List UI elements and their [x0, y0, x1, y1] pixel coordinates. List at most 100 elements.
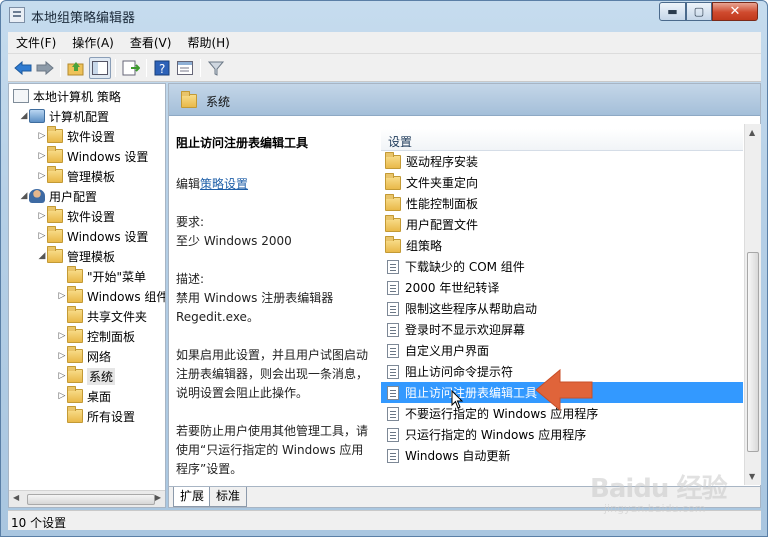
filter-icon[interactable] — [205, 57, 227, 79]
tab-extended[interactable]: 扩展 — [173, 487, 212, 507]
list-item[interactable]: 2000 年世纪转译 — [381, 277, 743, 298]
tree-item-label: 管理模板 — [67, 249, 116, 264]
collapse-arrow-icon[interactable]: ◢ — [19, 111, 29, 121]
watermark-url: jingyan.baidu.com — [604, 502, 706, 515]
expand-arrow-icon[interactable]: ▷ — [37, 211, 47, 221]
list-item[interactable]: 文件夹重定向 — [381, 172, 743, 193]
tree-item-admin-templates[interactable]: ▷ 管理模板 — [37, 166, 115, 186]
tree-item-windows-settings[interactable]: ▷ Windows 设置 — [37, 226, 148, 246]
tree-item-windows-components[interactable]: ▷ Windows 组件 — [57, 286, 165, 306]
folder-icon — [385, 214, 401, 232]
tree-item-software-settings[interactable]: ▷ 软件设置 — [37, 206, 115, 226]
tree-item-user-config[interactable]: ◢ 用户配置 — [19, 186, 97, 206]
tree-item-label: 桌面 — [87, 389, 112, 404]
tree-item-shared-folders[interactable]: 共享文件夹 — [57, 306, 147, 326]
tree-horizontal-scrollbar[interactable]: ◀ ▶ — [9, 490, 165, 507]
close-button[interactable]: ✕ — [712, 2, 758, 21]
scroll-right-icon[interactable]: ▶ — [155, 493, 161, 502]
list-item[interactable]: 自定义用户界面 — [381, 340, 743, 361]
expand-arrow-icon[interactable]: ▷ — [57, 351, 67, 361]
forward-icon[interactable] — [34, 57, 56, 79]
expand-arrow-icon[interactable]: ▷ — [37, 171, 47, 181]
expand-arrow-icon[interactable]: ▷ — [57, 331, 67, 341]
scroll-up-icon[interactable]: ▲ — [749, 128, 755, 137]
tree-item-label: 网络 — [87, 349, 112, 364]
pane-header: 系统 — [169, 84, 760, 116]
expand-arrow-icon[interactable]: ▷ — [37, 151, 47, 161]
description-text: 注册表编辑器，则会出现一条消息， — [176, 367, 369, 381]
list-item[interactable]: 只运行指定的 Windows 应用程序 — [381, 424, 743, 445]
tree-root[interactable]: 本地计算机 策略 — [13, 86, 121, 106]
list-vertical-scrollbar[interactable]: ▲ ▼ — [744, 124, 761, 485]
tree-item-system[interactable]: ▷ 系统 — [57, 366, 116, 386]
menu-action[interactable]: 操作(A) — [64, 32, 122, 54]
policy-setting-icon — [387, 280, 399, 295]
help-icon[interactable]: ? — [151, 57, 173, 79]
pane-title: 系统 — [206, 95, 231, 109]
edit-policy-link[interactable]: 策略设置 — [200, 177, 248, 191]
tree-item-label: 管理模板 — [67, 169, 116, 184]
list-item[interactable]: 性能控制面板 — [381, 193, 743, 214]
settings-list[interactable]: 设置 驱动程序安装 文件夹重定向 性能控制面板 用户配置文件 组策略 下载缺少的… — [381, 124, 743, 485]
tree-item-start-menu[interactable]: "开始"菜单 — [57, 266, 146, 286]
list-item[interactable]: 下载缺少的 COM 组件 — [381, 256, 743, 277]
maximize-button[interactable]: ▢ — [686, 2, 712, 21]
list-item-label: 登录时不显示欢迎屏幕 — [405, 323, 526, 337]
folder-icon — [47, 126, 63, 143]
menu-view[interactable]: 查看(V) — [122, 32, 180, 54]
menu-help[interactable]: 帮助(H) — [179, 32, 237, 54]
title-bar[interactable]: 本地组策略编辑器 ▬ ▢ ✕ — [1, 1, 767, 31]
list-item[interactable]: 用户配置文件 — [381, 214, 743, 235]
tree-item-all-settings[interactable]: 所有设置 — [57, 406, 135, 426]
back-icon[interactable] — [12, 57, 34, 79]
list-item[interactable]: 登录时不显示欢迎屏幕 — [381, 319, 743, 340]
tab-standard[interactable]: 标准 — [209, 487, 248, 507]
menu-file[interactable]: 文件(F) — [8, 32, 64, 54]
tree-item-desktop[interactable]: ▷ 桌面 — [57, 386, 111, 406]
properties-icon[interactable] — [174, 57, 196, 79]
list-item-label: 组策略 — [406, 239, 443, 253]
scroll-thumb[interactable] — [747, 252, 759, 452]
list-item[interactable]: Windows 自动更新 — [381, 445, 743, 466]
tree-item-software-settings[interactable]: ▷ 软件设置 — [37, 126, 115, 146]
minimize-button[interactable]: ▬ — [659, 2, 686, 21]
list-item-label: 性能控制面板 — [406, 197, 479, 211]
up-folder-icon[interactable] — [65, 57, 87, 79]
toolbar: ? — [8, 54, 761, 82]
tree-item-network[interactable]: ▷ 网络 — [57, 346, 111, 366]
list-item[interactable]: 组策略 — [381, 235, 743, 256]
scroll-left-icon[interactable]: ◀ — [13, 493, 19, 502]
folder-icon — [67, 346, 83, 363]
policy-setting-icon — [387, 322, 399, 337]
details-pane: 系统 阻止访问注册表编辑工具 编辑策略设置 要求: 至少 Windows 200… — [168, 83, 761, 508]
description-text: 如果启用此设置，并且用户试图启动 — [176, 348, 369, 362]
list-item-label: 用户配置文件 — [406, 218, 479, 232]
tree-item-control-panel[interactable]: ▷ 控制面板 — [57, 326, 135, 346]
policy-tree[interactable]: 本地计算机 策略 ◢ 计算机配置 ▷ 软件设置 ▷ Windows 设置 ▷ 管… — [8, 83, 166, 508]
tree-item-admin-templates[interactable]: ◢ 管理模板 — [37, 246, 115, 266]
collapse-arrow-icon[interactable]: ◢ — [37, 251, 47, 261]
list-item-label: 文件夹重定向 — [406, 176, 479, 190]
export-icon[interactable] — [120, 57, 142, 79]
expand-arrow-icon[interactable]: ▷ — [37, 131, 47, 141]
list-item[interactable]: 限制这些程序从帮助启动 — [381, 298, 743, 319]
show-tree-icon[interactable] — [89, 57, 111, 79]
requirements-label: 要求: — [176, 215, 205, 229]
expand-arrow-icon[interactable]: ▷ — [37, 231, 47, 241]
tree-item-windows-settings[interactable]: ▷ Windows 设置 — [37, 146, 148, 166]
tree-item-computer-config[interactable]: ◢ 计算机配置 — [19, 106, 109, 126]
collapse-arrow-icon[interactable]: ◢ — [19, 191, 29, 201]
edit-policy-line: 编辑策略设置 — [176, 175, 248, 192]
list-item-label: 阻止访问命令提示符 — [405, 365, 514, 379]
column-header-setting[interactable]: 设置 — [381, 129, 743, 151]
menu-bar: 文件(F) 操作(A) 查看(V) 帮助(H) — [8, 32, 761, 54]
list-item[interactable]: 驱动程序安装 — [381, 151, 743, 172]
folder-icon — [67, 286, 83, 303]
scroll-thumb[interactable] — [27, 494, 155, 505]
list-item-label: Windows 自动更新 — [405, 449, 511, 463]
expand-arrow-icon[interactable]: ▷ — [57, 291, 67, 301]
expand-arrow-icon[interactable]: ▷ — [57, 391, 67, 401]
edit-prefix: 编辑 — [176, 177, 201, 191]
expand-arrow-icon[interactable]: ▷ — [57, 371, 67, 381]
policy-setting-icon — [387, 427, 399, 442]
